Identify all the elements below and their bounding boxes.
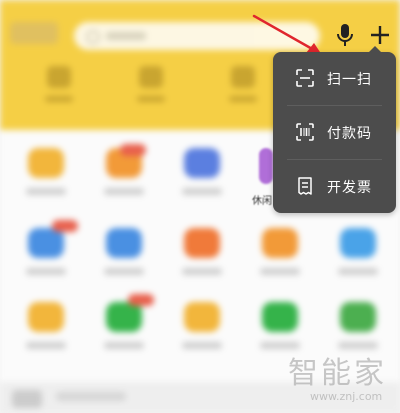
grid-tile[interactable] [170, 148, 234, 210]
watermark: 智能家 www.znj.com [288, 352, 396, 410]
top-nav-item[interactable] [136, 66, 166, 112]
watermark-url: www.znj.com [310, 390, 383, 403]
grid-tile[interactable] [326, 228, 390, 290]
menu-item-label: 扫一扫 [327, 72, 372, 88]
barcode-icon [296, 123, 314, 141]
microphone-icon[interactable] [335, 22, 355, 48]
plus-icon[interactable] [368, 22, 392, 48]
add-popup-menu: 扫一扫 付款码 开发票 [273, 46, 396, 213]
grid-tile[interactable] [92, 228, 156, 290]
menu-item-label: 开发票 [327, 180, 372, 196]
badge [52, 220, 78, 232]
search-icon [86, 30, 100, 44]
grid-tile[interactable] [92, 148, 156, 210]
menu-item-label: 付款码 [327, 126, 372, 142]
menu-item-scan[interactable]: 扫一扫 [273, 52, 396, 105]
watermark-name: 智能家 [288, 356, 387, 391]
grid-tile[interactable] [14, 228, 78, 290]
menu-item-payment-code[interactable]: 付款码 [273, 106, 396, 159]
scan-icon [296, 69, 314, 87]
top-nav-item[interactable] [44, 66, 74, 112]
grid-tile[interactable] [248, 228, 312, 290]
grid-tile[interactable] [14, 302, 78, 364]
badge [128, 294, 154, 306]
grid-tile[interactable] [92, 302, 156, 364]
search-placeholder [106, 32, 146, 40]
menu-item-invoice[interactable]: 开发票 [273, 160, 396, 213]
badge [120, 144, 146, 156]
partial-grid-icon [259, 148, 273, 184]
grid-tile[interactable] [14, 148, 78, 210]
invoice-icon [298, 177, 312, 195]
top-nav-item[interactable] [228, 66, 258, 112]
grid-tile[interactable] [170, 228, 234, 290]
partial-grid-label: 休闲 [252, 196, 272, 207]
grid-tile[interactable] [170, 302, 234, 364]
app-logo [10, 22, 58, 44]
